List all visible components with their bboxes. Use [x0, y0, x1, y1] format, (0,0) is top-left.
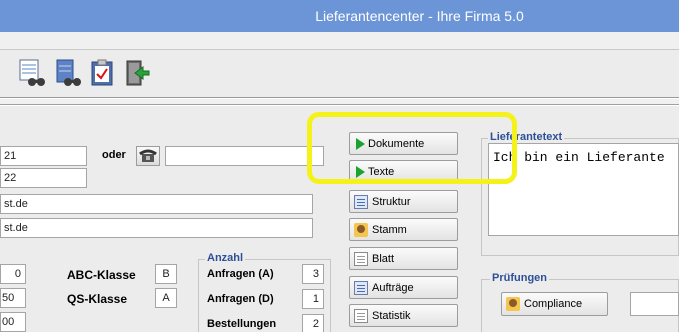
auftraege-label: Aufträge [372, 281, 414, 294]
stamm-label: Stamm [372, 223, 407, 236]
pruefungen-title: Prüfungen [490, 272, 549, 284]
oder-field[interactable] [165, 146, 324, 166]
email-field-2[interactable]: st.de [0, 218, 313, 238]
anfragen-a-label: Anfragen (A) [207, 268, 274, 280]
structure-icon [354, 194, 368, 209]
window-title: Lieferantencenter - Ihre Firma 5.0 [315, 8, 524, 24]
menu-strip [0, 32, 679, 50]
struktur-button[interactable]: Struktur [349, 190, 458, 213]
blatt-button[interactable]: Blatt [349, 247, 458, 270]
pruefungen-field[interactable] [630, 292, 679, 316]
separator-strip [0, 99, 679, 105]
stat-value-3[interactable]: 00 [0, 312, 26, 332]
struktur-label: Struktur [372, 195, 411, 208]
exit-door-icon[interactable] [121, 58, 151, 88]
server-search-icon[interactable] [54, 58, 84, 88]
abc-class-field[interactable]: B [155, 264, 177, 284]
title-bar: Lieferantencenter - Ihre Firma 5.0 [0, 0, 679, 32]
statistik-button[interactable]: Statistik [349, 304, 458, 327]
blatt-label: Blatt [372, 252, 395, 265]
orders-icon [354, 280, 368, 295]
clipboard-check-icon[interactable] [88, 58, 118, 88]
qs-class-field[interactable]: A [155, 288, 177, 308]
qs-class-label: QS-Klasse [67, 292, 128, 306]
compliance-button[interactable]: Compliance [501, 292, 608, 316]
highlight-box [307, 112, 517, 184]
phone-field-1[interactable]: 21 [0, 146, 87, 166]
email-field-1[interactable]: st.de [0, 194, 313, 214]
anfragen-d-label: Anfragen (D) [207, 293, 274, 305]
stamm-button[interactable]: Stamm [349, 218, 458, 241]
phone-button[interactable] [136, 146, 160, 166]
anzahl-title: Anzahl [205, 252, 246, 264]
table-search-icon[interactable] [18, 58, 48, 88]
statistics-icon [354, 308, 368, 323]
oder-label: oder [102, 149, 126, 161]
telephone-icon [139, 149, 157, 162]
bestellungen-label: Bestellungen [207, 318, 277, 330]
abc-class-label: ABC-Klasse [67, 268, 136, 282]
master-data-icon [354, 222, 368, 237]
auftraege-button[interactable]: Aufträge [349, 276, 458, 299]
stat-value-1[interactable]: 0 [0, 264, 26, 284]
sheet-icon [354, 251, 368, 266]
bestellungen-value[interactable]: 2 [302, 314, 324, 332]
anfragen-a-value[interactable]: 3 [302, 264, 324, 284]
phone-field-2[interactable]: 22 [0, 168, 87, 188]
compliance-label: Compliance [524, 298, 583, 310]
statistik-label: Statistik [372, 309, 411, 322]
anfragen-d-value[interactable]: 1 [302, 289, 324, 309]
toolbar [0, 50, 679, 98]
compliance-icon [506, 297, 520, 311]
stat-value-2[interactable]: 50 [0, 288, 26, 308]
